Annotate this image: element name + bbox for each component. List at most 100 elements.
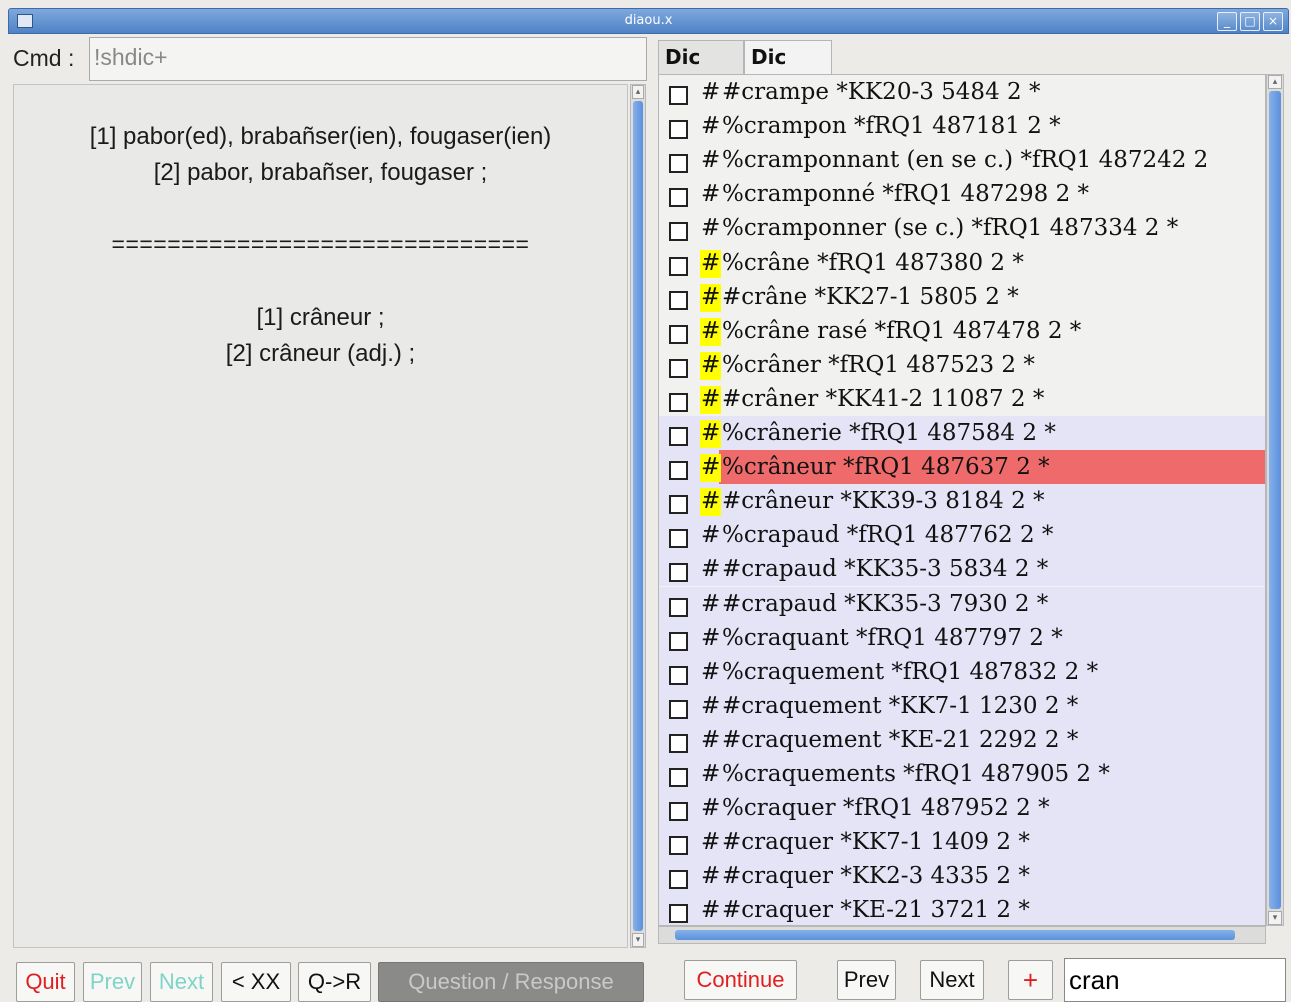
list-item-selected[interactable]: # %crâneur *fRQ1 487637 2 * bbox=[659, 450, 1265, 485]
maximize-button[interactable]: □ bbox=[1240, 12, 1260, 31]
entry-checkbox[interactable] bbox=[669, 154, 688, 174]
list-item[interactable]: # #crapaud *KK35-3 5834 2 * bbox=[659, 552, 1265, 587]
list-item[interactable]: # %crâner *fRQ1 487523 2 * bbox=[659, 348, 1265, 382]
tab-dic-rq[interactable]: Dic RQ bbox=[744, 40, 832, 101]
entry-text: %crâner *fRQ1 487523 2 * bbox=[722, 351, 1035, 378]
list-item[interactable]: # %crâne rasé *fRQ1 487478 2 * bbox=[659, 314, 1265, 348]
close-button[interactable]: × bbox=[1263, 12, 1283, 31]
entry-checkbox[interactable] bbox=[669, 836, 688, 856]
entry-checkbox[interactable] bbox=[669, 461, 688, 481]
horizontal-scrollbar[interactable] bbox=[658, 926, 1266, 944]
entry-marker: # bbox=[700, 283, 722, 312]
right-vertical-scrollbar[interactable]: ▴ ▾ bbox=[1266, 74, 1284, 926]
entry-checkbox[interactable] bbox=[669, 188, 688, 208]
entry-checkbox[interactable] bbox=[669, 665, 688, 685]
entry-marker: # bbox=[701, 181, 721, 208]
entry-marker: # bbox=[700, 317, 722, 346]
window-titlebar[interactable]: diaou.x _ □ × bbox=[8, 8, 1289, 34]
entry-checkbox[interactable] bbox=[669, 529, 688, 549]
question-response-button[interactable]: Question / Response bbox=[378, 962, 644, 1002]
list-item[interactable]: # %craquant *fRQ1 487797 2 * bbox=[659, 620, 1265, 655]
entry-text: %crâne rasé *fRQ1 487478 2 * bbox=[722, 317, 1082, 344]
list-item[interactable]: # %cramponnant (en se c.) *fRQ1 487242 2 bbox=[659, 143, 1265, 177]
list-item[interactable]: # %crâne *fRQ1 487380 2 * bbox=[659, 246, 1265, 280]
entry-checkbox[interactable] bbox=[669, 290, 688, 310]
entry-checkbox[interactable] bbox=[669, 563, 688, 583]
entry-text: %crâne *fRQ1 487380 2 * bbox=[722, 249, 1024, 276]
scroll-up-icon[interactable]: ▴ bbox=[1268, 75, 1282, 89]
search-input[interactable]: cran bbox=[1064, 958, 1286, 1002]
entry-checkbox[interactable] bbox=[669, 222, 688, 242]
scroll-up-icon[interactable]: ▴ bbox=[632, 85, 644, 99]
entry-checkbox[interactable] bbox=[669, 495, 688, 515]
entry-checkbox[interactable] bbox=[669, 256, 688, 276]
list-item[interactable]: # #crâner *KK41-2 11087 2 * bbox=[659, 382, 1265, 416]
entry-marker: # bbox=[700, 351, 722, 380]
entry-checkbox[interactable] bbox=[669, 870, 688, 890]
entry-checkbox[interactable] bbox=[669, 358, 688, 378]
scroll-down-icon[interactable]: ▾ bbox=[1268, 911, 1282, 925]
entry-checkbox[interactable] bbox=[669, 904, 688, 924]
list-item[interactable]: # %crampon *fRQ1 487181 2 * bbox=[659, 109, 1265, 143]
entry-checkbox[interactable] bbox=[669, 802, 688, 822]
entry-checkbox[interactable] bbox=[669, 392, 688, 412]
entry-text: %cramponnant (en se c.) *fRQ1 487242 2 bbox=[722, 147, 1209, 174]
entry-checkbox[interactable] bbox=[669, 120, 688, 140]
list-item[interactable]: # #crampe *KK20-3 5484 2 * bbox=[659, 75, 1265, 109]
list-item[interactable]: # #craquer *KK2-3 4335 2 * bbox=[659, 859, 1265, 894]
output-line: [2] pabor, brabañser, fougaser ; bbox=[153, 159, 488, 186]
list-item[interactable]: # %craquement *fRQ1 487832 2 * bbox=[659, 654, 1265, 689]
entry-marker: # bbox=[701, 522, 721, 549]
list-item[interactable]: # #crâneur *KK39-3 8184 2 * bbox=[659, 484, 1265, 519]
entry-checkbox[interactable] bbox=[669, 768, 688, 787]
entry-text: %craquements *fRQ1 487905 2 * bbox=[722, 761, 1110, 787]
entry-text: %cramponner (se c.) *fRQ1 487334 2 * bbox=[722, 215, 1179, 242]
entry-marker: # bbox=[700, 249, 722, 278]
list-item[interactable]: # #crapaud *KK35-3 7930 2 * bbox=[659, 586, 1265, 621]
scroll-down-icon[interactable]: ▾ bbox=[632, 933, 644, 947]
list-item[interactable]: # #crâne *KK27-1 5805 2 * bbox=[659, 280, 1265, 314]
scroll-thumb[interactable] bbox=[1269, 91, 1281, 909]
list-item[interactable]: # #craquer *KE-21 3721 2 * bbox=[659, 893, 1265, 925]
next-button[interactable]: Next bbox=[920, 960, 984, 1000]
entry-checkbox[interactable] bbox=[669, 86, 688, 105]
entry-checkbox[interactable] bbox=[669, 699, 688, 719]
list-item[interactable]: # %crânerie *fRQ1 487584 2 * bbox=[659, 416, 1265, 450]
back-xx-button[interactable]: < XX bbox=[221, 962, 291, 1002]
next-button-disabled[interactable]: Next bbox=[150, 962, 213, 1002]
list-item[interactable]: # #craquer *KK7-1 1409 2 * bbox=[659, 825, 1265, 860]
entry-checkbox[interactable] bbox=[669, 324, 688, 344]
list-item[interactable]: # %craquer *fRQ1 487952 2 * bbox=[659, 791, 1265, 826]
left-vertical-scrollbar[interactable]: ▴ ▾ bbox=[630, 84, 646, 948]
output-text-area[interactable]: [1] pabor(ed), brabañser(ien), fougaser(… bbox=[13, 84, 628, 948]
list-item[interactable]: # #craquement *KE-21 2292 2 * bbox=[659, 722, 1265, 757]
entry-marker: # bbox=[701, 79, 721, 105]
continue-button[interactable]: Continue bbox=[684, 960, 797, 1000]
entry-checkbox[interactable] bbox=[669, 427, 688, 446]
list-item[interactable]: # %cramponné *fRQ1 487298 2 * bbox=[659, 177, 1265, 211]
output-separator: ============================== bbox=[111, 231, 530, 257]
entry-text: #craquer *KE-21 3721 2 * bbox=[722, 897, 1030, 924]
entry-checkbox[interactable] bbox=[669, 733, 688, 753]
output-line: [2] crâneur (adj.) ; bbox=[225, 340, 416, 367]
add-button[interactable]: + bbox=[1008, 960, 1053, 1000]
list-item[interactable]: # %crapaud *fRQ1 487762 2 * bbox=[659, 518, 1265, 553]
list-item[interactable]: # %cramponner (se c.) *fRQ1 487334 2 * bbox=[659, 211, 1265, 245]
prev-button-disabled[interactable]: Prev bbox=[83, 962, 142, 1002]
list-item[interactable]: # #craquement *KK7-1 1230 2 * bbox=[659, 688, 1265, 723]
prev-button[interactable]: Prev bbox=[837, 960, 896, 1000]
entry-text: %craquer *fRQ1 487952 2 * bbox=[722, 795, 1050, 822]
scroll-thumb[interactable] bbox=[633, 101, 643, 931]
minimize-button[interactable]: _ bbox=[1217, 12, 1237, 31]
q-to-r-button[interactable]: Q->R bbox=[298, 962, 371, 1002]
scroll-thumb[interactable] bbox=[675, 930, 1235, 940]
quit-button[interactable]: Quit bbox=[16, 962, 75, 1002]
entry-checkbox[interactable] bbox=[669, 597, 688, 617]
tab-dic-qr[interactable]: Dic QR bbox=[658, 40, 744, 101]
cmd-input[interactable]: !shdic+ bbox=[89, 37, 647, 81]
entry-marker: # bbox=[700, 488, 722, 517]
entry-list[interactable]: # #crampe *KK20-3 5484 2 * # %crampon *fRQ1… bbox=[658, 74, 1266, 926]
entry-text: #crapaud *KK35-3 5834 2 * bbox=[722, 556, 1049, 583]
list-item[interactable]: # %craquements *fRQ1 487905 2 * bbox=[659, 757, 1265, 791]
entry-checkbox[interactable] bbox=[669, 631, 688, 651]
